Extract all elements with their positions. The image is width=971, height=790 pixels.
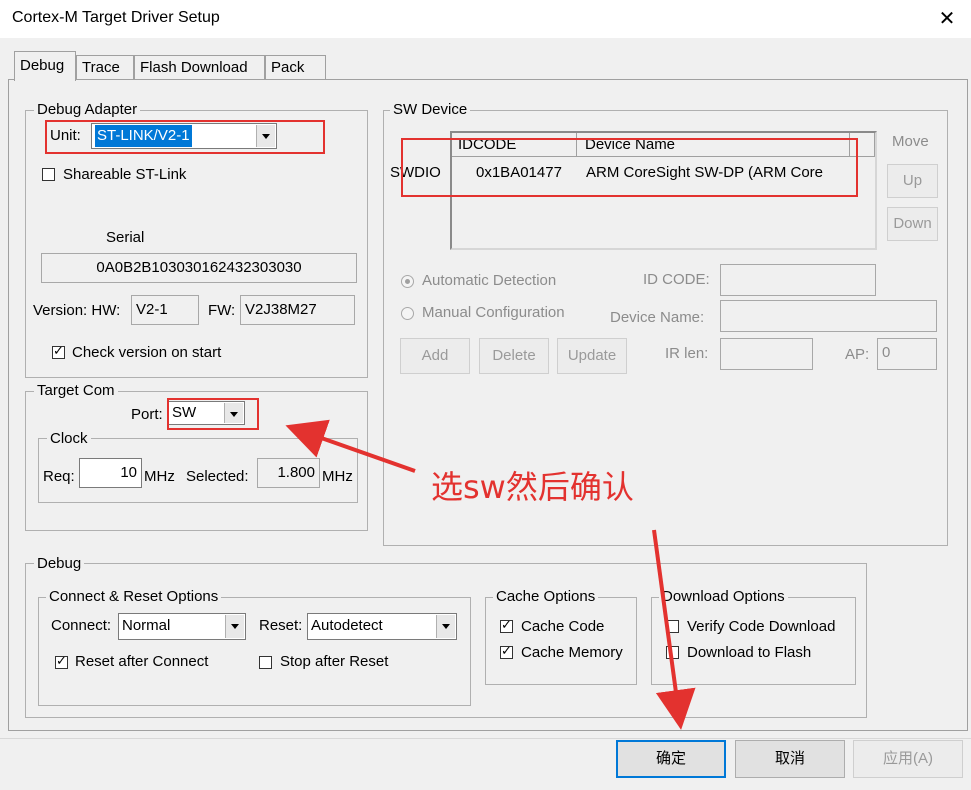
arrow-to-ok — [652, 529, 696, 730]
arrow-to-port — [285, 419, 416, 473]
tab-debug[interactable]: Debug — [14, 51, 76, 81]
annotation-arrows — [285, 419, 696, 730]
annotation-text: 选sw然后确认 — [431, 468, 634, 506]
